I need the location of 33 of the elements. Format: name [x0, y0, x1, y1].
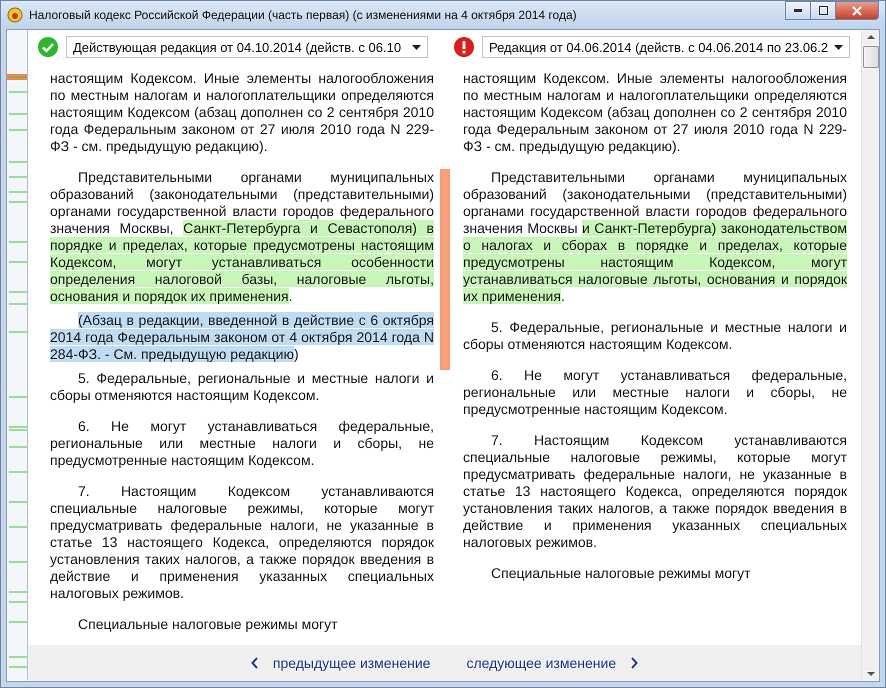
paragraph-text: 7. Настоящим Кодексом устанавливаются специальные налоговые режимы, которые могут предусматривать федеральные налоги, не указанные в статье 13 настоящего Кодекса, определяются порядок установления таких налогов, а также порядок введения в действие и применения указанных специальных налоговых режимов.	[463, 432, 848, 552]
chevron-right-icon	[630, 657, 638, 669]
app-logo-icon	[7, 7, 23, 23]
paragraph-text: 5. Федеральные, региональные и местные налоги и сборы отменяются настоящим Кодексом.	[50, 370, 435, 405]
paragraph-text: 6. Не могут устанавливаться федеральные, региональные или местные налоги и сборы, не предусмотренные настоящим Кодексом.	[463, 367, 848, 419]
version-dropdown[interactable]: Действующая редакция от 04.10.2014 (действ. с 06.10	[66, 36, 428, 58]
scrollbar[interactable]	[861, 30, 879, 681]
close-button[interactable]	[835, 1, 879, 20]
paragraph-text: настоящим Кодексом. Иные элементы налогообложения по местным налогам и налогоплательщики определяются настоящим Кодексом (абзац дополнен со 2 сентября 2010 года Федеральным законом от 27 июля 2010 года N 229-ФЗ - см. предыдущую редакцию).	[463, 70, 848, 156]
minimize-icon	[794, 9, 802, 12]
minimize-button[interactable]	[785, 1, 811, 20]
check-icon	[38, 37, 58, 57]
paragraph-text: 7. Настоящим Кодексом устанавливаются специальные налоговые режимы, которые могут предусматривать федеральные налоги, не указанные в статье 13 настоящего Кодекса, определяются порядок установления таких налогов, а также порядок введения в действие и применения указанных специальных налоговых режимов.	[50, 483, 435, 603]
caret-icon	[412, 44, 421, 50]
paragraph-text: 5. Федеральные, региональные и местные налоги и сборы отменяются настоящим Кодексом.	[463, 319, 848, 354]
paragraph-text: 6. Не могут устанавливаться федеральные, региональные или местные налоги и сборы, не предусмотренные настоящим Кодексом.	[50, 418, 435, 470]
scroll-down-icon[interactable]	[866, 672, 874, 676]
paragraph-text: Специальные налоговые режимы могут	[490, 565, 752, 583]
next-change-link[interactable]: следующее изменение	[466, 655, 638, 671]
version-dropdown[interactable]: Редакция от 04.06.2014 (действ. с 04.06.2014 по 23.06.2	[482, 36, 850, 58]
paragraph-text: Специальные налоговые режимы могут	[77, 616, 339, 634]
paragraph-text: (Абзац в редакции, введенной в действие с 6 октября 2014 года Федеральным законом от 4 октября 2014 года N 284-ФЗ. - См. предыдущую редакцию)	[50, 312, 450, 370]
previous-change-link[interactable]: предыдущее изменение	[250, 655, 430, 671]
exclamation-icon	[454, 37, 474, 57]
maximize-button[interactable]	[810, 1, 836, 20]
close-icon	[852, 6, 862, 16]
scrollbar-thumb[interactable]	[862, 46, 878, 68]
caret-icon	[834, 44, 844, 50]
scroll-up-icon[interactable]	[866, 35, 874, 39]
paragraph-text: настоящим Кодексом. Иные элементы налогообложения по местным налогам и налогоплательщики определяются настоящим Кодексом (абзац дополнен со 2 сентября 2010 года Федеральным законом от 27 июля 2010 года N 229-ФЗ - см. предыдущую редакцию).	[50, 70, 435, 156]
chevron-left-icon	[250, 657, 259, 669]
maximize-icon	[818, 6, 828, 15]
window-title: Налоговый кодекс Российской Федерации (часть первая) (с изменениями на 4 октября 2014 года)	[29, 8, 578, 22]
